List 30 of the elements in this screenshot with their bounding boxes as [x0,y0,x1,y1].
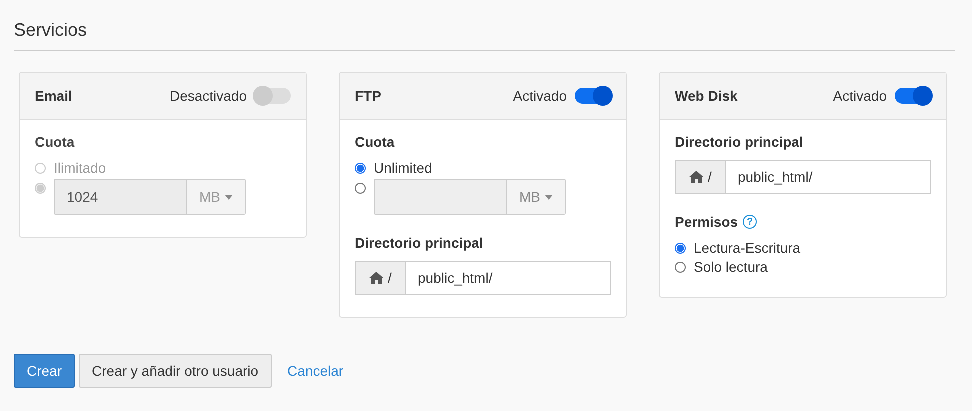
radio-button[interactable] [675,242,686,254]
radio-button[interactable] [675,262,686,272]
unit-dropdown[interactable]: MB [507,180,565,214]
action-button[interactable]: Crear y añadir otro usuario [79,354,272,388]
quota-input[interactable] [375,180,507,214]
status-label: Activado [513,88,567,104]
status-label: Desactivado [170,88,247,104]
field-label: Cuota [355,134,396,150]
cancel-link[interactable]: Cancelar [276,354,356,388]
status-label: Activado [833,88,887,104]
section-title: Servicios [14,14,955,51]
card-title: Email [35,88,74,104]
field-label: Permisos [675,214,738,230]
radio-label: Unlimited [374,160,432,176]
field-label: Directorio principal [355,235,484,251]
toggle-switch[interactable] [575,88,611,104]
help-icon[interactable]: ? [743,215,758,229]
radio-label: Lectura-Escritura [694,240,801,256]
radio-button[interactable] [355,162,366,174]
radio-label: Ilimitado [54,160,106,176]
card-title: Web Disk [675,88,739,104]
field-label: Directorio principal [675,134,804,150]
field-label: Cuota [35,134,76,150]
card-title: FTP [355,88,382,104]
radio-label: Solo lectura [694,259,768,275]
action-button[interactable]: Crear [14,354,76,388]
caret-icon [224,194,232,200]
caret-icon [544,194,552,200]
toggle-switch[interactable] [895,88,931,104]
radio-button[interactable] [355,183,366,194]
